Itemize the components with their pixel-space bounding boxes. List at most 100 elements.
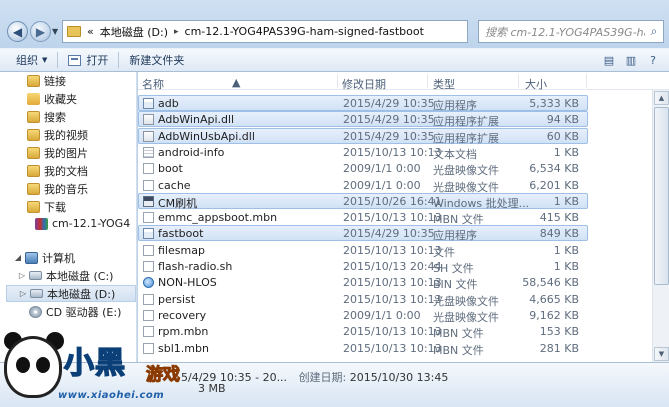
file-row[interactable]: recovery 2009/1/1 0:00 光盘映像文件 9,162 KB bbox=[138, 307, 588, 324]
view-options-icon[interactable]: ▤ bbox=[601, 52, 617, 68]
file-row[interactable]: AdbWinApi.dll 2015/4/29 10:35 应用程序扩展 94 KB bbox=[138, 111, 588, 129]
search-input[interactable]: 搜索 cm-12.1-YOG4PAS39G-ham-s... bbox=[485, 24, 645, 40]
documents-icon bbox=[27, 164, 40, 177]
file-row[interactable]: adb 2015/4/29 10:35 应用程序 5,333 KB bbox=[138, 95, 588, 112]
file-row[interactable]: cache 2009/1/1 0:00 光盘映像文件 6,201 KB bbox=[138, 177, 588, 194]
file-size: 9,162 KB bbox=[529, 308, 579, 322]
file-row[interactable]: filesmap 2015/10/13 10:13 文件 1 KB bbox=[138, 242, 588, 259]
column-divider[interactable] bbox=[518, 74, 519, 88]
file-row[interactable]: CM刷机 2015/10/26 16:41 Windows 批处理... 1 KB bbox=[138, 192, 588, 210]
nav-item-pictures[interactable]: 我的图片 bbox=[27, 144, 88, 161]
file-row[interactable]: boot 2009/1/1 0:00 光盘映像文件 6,534 KB bbox=[138, 160, 588, 177]
nav-item-label: 本地磁盘 (D:) bbox=[47, 287, 116, 301]
toolbar-divider bbox=[57, 52, 59, 68]
file-size: 6,201 KB bbox=[529, 178, 579, 192]
file-size: 1 KB bbox=[553, 194, 579, 208]
nav-item-computer[interactable]: ◢ 计算机 bbox=[14, 249, 75, 266]
file-modified-date: 2015/4/29 10:35 bbox=[343, 129, 435, 143]
file-modified-date: 2015/10/13 10:13 bbox=[343, 276, 442, 290]
nav-item-network[interactable]: 网 bbox=[27, 337, 55, 354]
file-file-icon bbox=[143, 163, 154, 175]
file-modified-date: 2015/10/13 20:44 bbox=[343, 260, 442, 273]
nav-item-drive-d[interactable]: ▷ 本地磁盘 (D:) bbox=[6, 285, 136, 302]
file-row[interactable]: android-info 2015/10/13 10:13 文本文档 1 KB bbox=[138, 144, 588, 161]
file-row[interactable]: NON-HLOS 2015/10/13 10:13 BIN 文件 58,546 KB bbox=[138, 274, 588, 291]
file-row[interactable]: fastboot 2015/4/29 10:35 应用程序 849 KB bbox=[138, 225, 588, 242]
nav-item-rar-archive[interactable]: cm-12.1-YOG4 bbox=[35, 215, 130, 232]
nav-item-drive-c[interactable]: ▷ 本地磁盘 (C:) bbox=[18, 267, 114, 284]
nav-item-links[interactable]: 链接 bbox=[27, 72, 66, 89]
help-icon[interactable]: ? bbox=[645, 52, 661, 68]
file-row[interactable]: persist 2015/10/13 10:13 光盘映像文件 4,665 KB bbox=[138, 291, 588, 308]
recent-pages-dropdown-icon[interactable]: ▼ bbox=[52, 27, 58, 36]
search-icon[interactable]: ⌕ bbox=[645, 24, 663, 39]
file-list: ▲ 名称 修改日期 类型 大小 adb 2015/4/29 10:35 应用程序 5,… bbox=[138, 72, 669, 362]
file-size: 1 KB bbox=[553, 145, 579, 159]
forward-button[interactable]: ▶ bbox=[30, 21, 51, 42]
file-row[interactable]: sbl1.mbn 2015/10/13 10:13 MBN 文件 281 KB bbox=[138, 340, 588, 357]
details-modified: 5/4/29 10:35 - 20... bbox=[181, 371, 288, 384]
nav-item-downloads[interactable]: 下载 bbox=[27, 198, 66, 215]
file-name: NON-HLOS bbox=[158, 276, 217, 290]
command-bar: 组织 ▼ 打开 新建文件夹 ▤ ▥ ? bbox=[0, 48, 669, 72]
nav-item-music[interactable]: 我的音乐 bbox=[27, 180, 88, 197]
explorer-window: ◀ ▶ ▼ « 本地磁盘 (D:) ▸ cm-12.1-YOG4PAS39G-h… bbox=[0, 0, 669, 407]
expand-triangle-icon[interactable]: ▷ bbox=[19, 289, 27, 298]
organize-label: 组织 bbox=[16, 54, 38, 67]
column-header-date[interactable]: 修改日期 bbox=[342, 76, 386, 92]
nav-item-documents[interactable]: 我的文档 bbox=[27, 162, 88, 179]
file-type: 应用程序扩展 bbox=[433, 115, 499, 129]
column-divider[interactable] bbox=[427, 74, 428, 88]
toolbar-divider bbox=[118, 52, 120, 68]
file-size: 415 KB bbox=[539, 211, 579, 225]
organize-button[interactable]: 组织 ▼ bbox=[10, 50, 53, 70]
column-header-size[interactable]: 大小 bbox=[525, 76, 547, 92]
network-icon bbox=[27, 339, 40, 352]
file-file-icon bbox=[143, 261, 154, 272]
column-header-name[interactable]: 名称 bbox=[142, 76, 164, 92]
breadcrumb-separator-icon[interactable]: ▸ bbox=[174, 27, 179, 37]
file-name: boot bbox=[158, 162, 183, 176]
breadcrumb-drive[interactable]: 本地磁盘 (D:) bbox=[100, 24, 168, 40]
file-row[interactable]: rpm.mbn 2015/10/13 10:13 MBN 文件 153 KB bbox=[138, 323, 588, 340]
file-modified-date: 2009/1/1 0:00 bbox=[343, 308, 421, 322]
chevron-down-icon: ▼ bbox=[42, 56, 48, 64]
column-divider[interactable] bbox=[586, 74, 587, 88]
file-type: MBN 文件 bbox=[433, 343, 484, 357]
scrollbar-thumb[interactable] bbox=[654, 107, 669, 285]
new-folder-label: 新建文件夹 bbox=[129, 54, 185, 67]
collapse-triangle-icon[interactable]: ◢ bbox=[14, 253, 22, 262]
nav-item-search[interactable]: 搜索 bbox=[27, 108, 66, 125]
nav-item-favorites[interactable]: 收藏夹 bbox=[27, 90, 77, 107]
breadcrumb-folder[interactable]: cm-12.1-YOG4PAS39G-ham-signed-fastboot bbox=[185, 25, 424, 38]
file-row[interactable]: AdbWinUsbApi.dll 2015/4/29 10:35 应用程序扩展 60 … bbox=[138, 127, 588, 145]
back-button[interactable]: ◀ bbox=[7, 21, 28, 42]
open-button[interactable]: 打开 bbox=[62, 50, 114, 70]
nav-item-cd-drive[interactable]: CD 驱动器 (E:) bbox=[29, 303, 121, 320]
file-name: AdbWinApi.dll bbox=[158, 113, 235, 127]
new-folder-button[interactable]: 新建文件夹 bbox=[123, 50, 190, 70]
preview-pane-icon[interactable]: ▥ bbox=[623, 52, 639, 68]
scroll-down-icon[interactable]: ▼ bbox=[654, 347, 669, 361]
search-box[interactable]: 搜索 cm-12.1-YOG4PAS39G-ham-s... ⌕ bbox=[478, 20, 664, 43]
file-row[interactable]: emmc_appsboot.mbn 2015/10/13 10:13 MBN 文件 4… bbox=[138, 209, 588, 226]
file-file-icon bbox=[143, 212, 154, 224]
file-file-icon bbox=[143, 179, 154, 191]
scroll-up-icon[interactable]: ▲ bbox=[654, 91, 669, 105]
address-row: ◀ ▶ ▼ « 本地磁盘 (D:) ▸ cm-12.1-YOG4PAS39G-h… bbox=[0, 14, 669, 48]
expand-triangle-icon[interactable]: ▷ bbox=[18, 271, 26, 280]
navigation-pane: 链接 收藏夹 搜索 我的视频 我的图片 我的文档 我的音乐 下载 cm-12.1… bbox=[0, 72, 137, 362]
column-header-type[interactable]: 类型 bbox=[433, 76, 455, 92]
breadcrumb-overflow[interactable]: « bbox=[87, 25, 94, 38]
file-name: fastboot bbox=[158, 227, 204, 241]
file-size: 58,546 KB bbox=[522, 276, 579, 290]
nav-item-label: 收藏夹 bbox=[44, 92, 77, 106]
nav-item-videos[interactable]: 我的视频 bbox=[27, 126, 88, 143]
file-name: flash-radio.sh bbox=[158, 260, 233, 273]
nav-item-label: 计算机 bbox=[42, 251, 75, 265]
address-bar[interactable]: « 本地磁盘 (D:) ▸ cm-12.1-YOG4PAS39G-ham-sig… bbox=[62, 20, 468, 43]
file-row[interactable]: flash-radio.sh 2015/10/13 20:44 SH 文件 1 KB bbox=[138, 258, 588, 275]
vertical-scrollbar[interactable]: ▲ ▼ bbox=[652, 90, 669, 362]
column-divider[interactable] bbox=[337, 74, 338, 88]
file-file-icon bbox=[143, 293, 154, 305]
